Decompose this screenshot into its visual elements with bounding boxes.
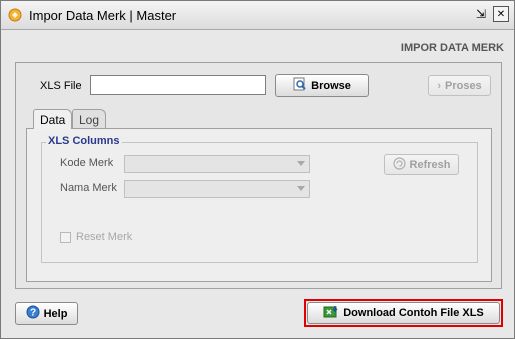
app-logo-icon xyxy=(8,8,22,22)
browse-label: Browse xyxy=(311,79,351,92)
page-header-label: IMPOR DATA MERK xyxy=(400,42,504,54)
window-title: Impor Data Merk | Master xyxy=(29,8,177,23)
download-contoh-button[interactable]: Download Contoh File XLS xyxy=(307,302,500,324)
refresh-button[interactable]: Refresh xyxy=(384,154,459,175)
question-icon: ? xyxy=(26,305,40,322)
browse-button[interactable]: Browse xyxy=(275,74,369,97)
reset-merk-label: Reset Merk xyxy=(76,231,133,243)
kode-merk-label: Kode Merk xyxy=(60,157,114,169)
refresh-label: Refresh xyxy=(409,158,451,171)
chevron-down-icon xyxy=(297,161,305,166)
tab-content-data: XLS Columns Kode Merk Nama Merk Refresh … xyxy=(26,128,492,282)
nama-merk-label: Nama Merk xyxy=(60,182,117,194)
excel-download-icon xyxy=(323,305,339,322)
proses-label: Proses xyxy=(444,79,482,92)
window-body: IMPOR DATA MERK XLS File Browse › Proses xyxy=(1,30,514,338)
xls-columns-title: XLS Columns xyxy=(46,135,122,147)
svg-text:?: ? xyxy=(30,308,36,319)
download-highlight: Download Contoh File XLS xyxy=(304,299,503,327)
proses-button[interactable]: › Proses xyxy=(428,75,491,96)
kode-merk-select[interactable] xyxy=(124,155,310,173)
xls-columns-group: XLS Columns Kode Merk Nama Merk Refresh … xyxy=(41,135,478,263)
title-bar[interactable]: Impor Data Merk | Master ⇲ ✕ xyxy=(1,1,514,30)
help-label: Help xyxy=(43,307,68,320)
download-label: Download Contoh File XLS xyxy=(343,307,484,319)
magnifier-icon xyxy=(293,77,307,94)
tab-data[interactable]: Data xyxy=(33,109,73,129)
chevron-right-icon: › xyxy=(437,79,441,92)
chevron-down-icon xyxy=(297,186,305,191)
xls-file-label: XLS File xyxy=(40,80,82,92)
help-button[interactable]: ? Help xyxy=(15,302,78,325)
tab-data-label: Data xyxy=(40,112,66,127)
xls-file-input[interactable] xyxy=(90,75,266,95)
nama-merk-select[interactable] xyxy=(124,180,310,198)
tab-log[interactable]: Log xyxy=(72,109,107,129)
main-panel: XLS File Browse › Proses Data Log XLS Co… xyxy=(15,62,502,289)
restore-icon[interactable]: ⇲ xyxy=(473,6,489,22)
impor-data-merk-window: Impor Data Merk | Master ⇲ ✕ IMPOR DATA … xyxy=(0,0,515,339)
close-icon[interactable]: ✕ xyxy=(493,6,509,22)
refresh-icon xyxy=(392,156,406,173)
reset-merk-checkbox[interactable] xyxy=(60,232,71,243)
tab-log-label: Log xyxy=(79,112,100,127)
